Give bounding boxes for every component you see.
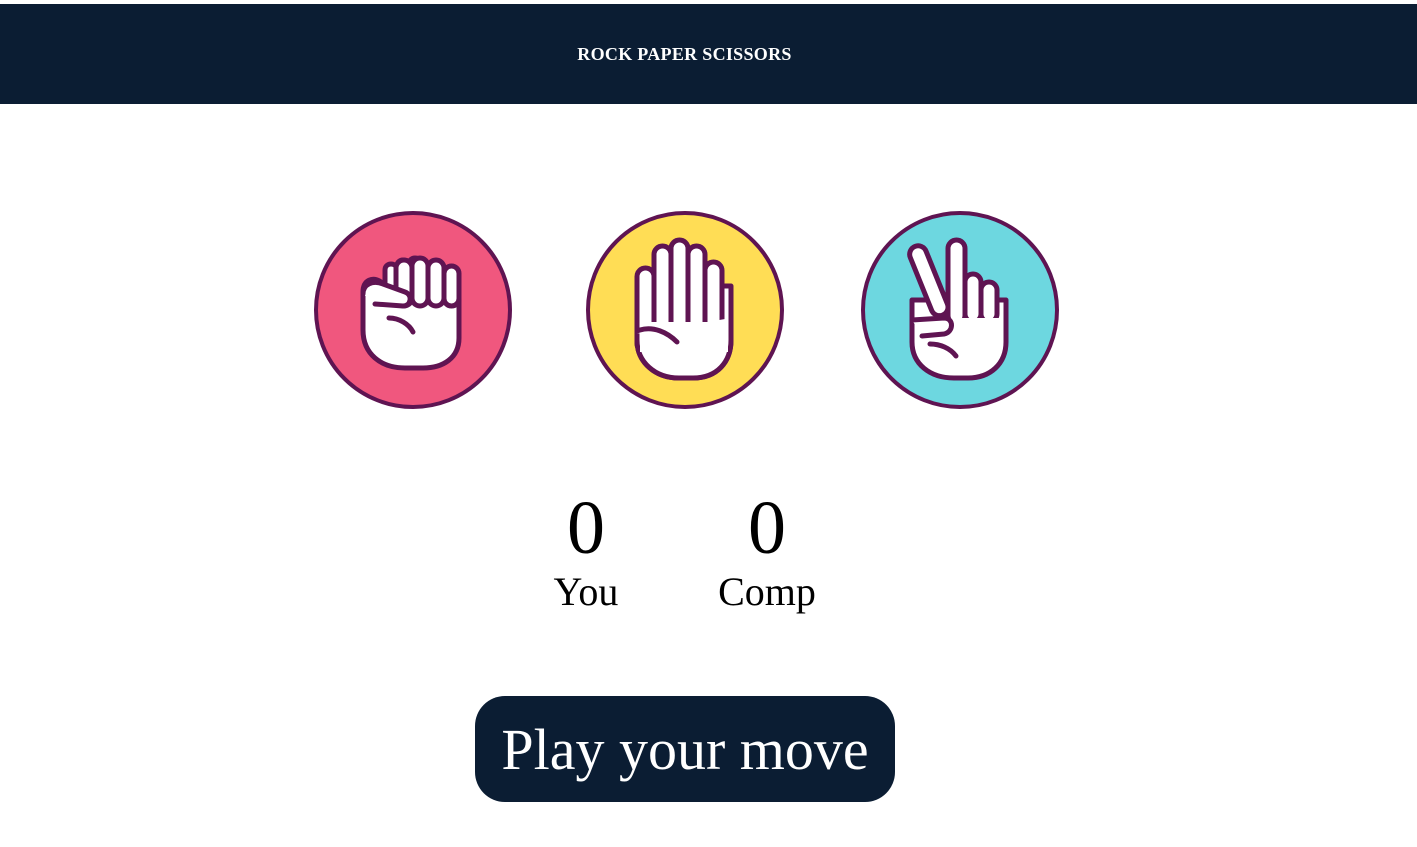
scissors-hand-icon [861, 211, 1059, 409]
page-title: ROCK PAPER SCISSORS [577, 43, 792, 64]
game-page: ROCK PAPER SCISSORS 0 You 0 Comp Play yo… [0, 0, 1417, 847]
comp-score-label: Comp [718, 569, 816, 614]
you-score: 0 You [516, 490, 656, 612]
play-move-button[interactable]: Play your move [475, 696, 895, 802]
you-score-value: 0 [567, 486, 605, 570]
app-header: ROCK PAPER SCISSORS [0, 4, 1417, 104]
rock-choice-button[interactable] [313, 210, 513, 410]
comp-score-value: 0 [748, 486, 786, 570]
you-score-label: You [553, 569, 619, 614]
comp-score: 0 Comp [697, 490, 837, 612]
rock-fist-icon [314, 211, 512, 409]
paper-hand-icon [586, 211, 784, 409]
paper-choice-button[interactable] [585, 210, 785, 410]
scissors-choice-button[interactable] [860, 210, 1060, 410]
